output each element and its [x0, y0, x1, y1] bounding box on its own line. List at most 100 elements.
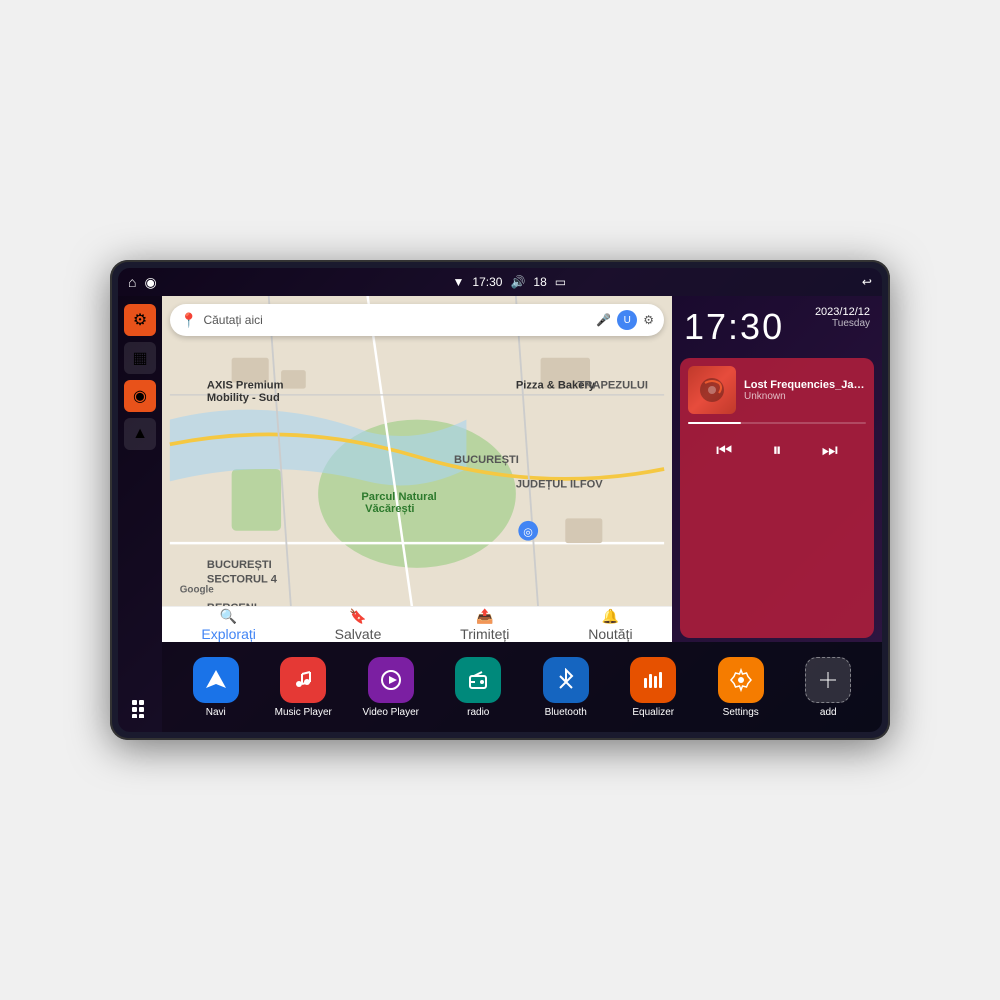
sidebar-nav-button[interactable]: ▲: [124, 418, 156, 450]
maps-status-icon[interactable]: ◉: [144, 274, 156, 291]
map-search-input[interactable]: Căutați aici: [203, 313, 590, 327]
bluetooth-icon: [554, 668, 578, 692]
add-icon: [805, 657, 851, 703]
sidebar-grid-button[interactable]: [124, 692, 156, 724]
map-nav-updates[interactable]: 🔔 Noutăți: [588, 608, 632, 642]
bluetooth-icon-wrapper: [543, 657, 589, 703]
app-grid-bar: Navi Mu: [162, 642, 882, 732]
album-art: [688, 366, 736, 414]
updates-icon: 🔔: [602, 608, 619, 625]
radio-label: radio: [467, 707, 489, 718]
music-details: Lost Frequencies_Janie... Unknown: [744, 379, 866, 402]
clock-time: 17:30: [684, 306, 784, 348]
screen: ⌂ ◉ ▼ 17:30 🔊 18 ▭ ↩ ⚙ ▦: [118, 268, 882, 732]
files-icon: ▦: [132, 348, 147, 368]
sidebar-maps-button[interactable]: ◉: [124, 380, 156, 412]
explore-label: Explorați: [201, 626, 255, 642]
map-pin-sidebar-icon: ◉: [133, 386, 147, 406]
svg-text:Parcul Natural: Parcul Natural: [361, 491, 436, 503]
music-title: Lost Frequencies_Janie...: [744, 379, 866, 391]
music-info: Lost Frequencies_Janie... Unknown: [680, 358, 874, 422]
back-icon[interactable]: ↩: [862, 275, 872, 289]
status-left: ⌂ ◉: [128, 274, 157, 291]
share-label: Trimiteți: [460, 626, 509, 642]
battery-icon: ▭: [555, 275, 566, 289]
status-time: 17:30: [472, 275, 502, 289]
app-item-navi[interactable]: Navi: [186, 657, 246, 718]
home-icon[interactable]: ⌂: [128, 274, 136, 290]
sidebar: ⚙ ▦ ◉ ▲: [118, 296, 162, 732]
navi-icon: [193, 657, 239, 703]
music-player-icon: [280, 657, 326, 703]
app-item-equalizer[interactable]: Equalizer: [623, 657, 683, 718]
music-artist: Unknown: [744, 391, 866, 402]
device: ⌂ ◉ ▼ 17:30 🔊 18 ▭ ↩ ⚙ ▦: [110, 260, 890, 740]
map-nav-explore[interactable]: 🔍 Explorați: [201, 608, 255, 642]
map-bottom-nav: 🔍 Explorați 🔖 Salvate 📤 Trimiteți: [162, 606, 672, 642]
right-panel: 17:30 2023/12/12 Tuesday: [672, 296, 882, 642]
svg-text:AXIS Premium: AXIS Premium: [207, 380, 284, 392]
add-label: add: [820, 707, 837, 718]
svg-text:SECTORUL 4: SECTORUL 4: [207, 574, 278, 586]
music-prev-button[interactable]: ⏮: [712, 436, 736, 465]
map-user-avatar[interactable]: U: [617, 310, 637, 330]
music-progress-bar[interactable]: [688, 422, 866, 424]
music-player-label: Music Player: [275, 707, 332, 718]
map-panel[interactable]: AXIS Premium Mobility - Sud Pizza & Bake…: [162, 296, 672, 642]
status-right: ↩: [862, 275, 872, 289]
top-panels: AXIS Premium Mobility - Sud Pizza & Bake…: [162, 296, 882, 642]
battery-level: 18: [533, 275, 546, 289]
next-icon: ⏭: [822, 440, 838, 460]
svg-text:TRAPEZULUI: TRAPEZULUI: [578, 380, 648, 392]
svg-text:JUDEȚUL ILFOV: JUDEȚUL ILFOV: [516, 479, 603, 491]
nav-icon: ▲: [132, 425, 148, 443]
music-pause-button[interactable]: ⏸: [768, 436, 785, 465]
explore-icon: 🔍: [220, 608, 237, 625]
map-svg: AXIS Premium Mobility - Sud Pizza & Bake…: [162, 296, 672, 642]
album-art-icon: [697, 375, 727, 405]
app-item-music-player[interactable]: Music Player: [273, 657, 333, 718]
equalizer-label: Equalizer: [632, 707, 674, 718]
equalizer-icon: [630, 657, 676, 703]
music-widget: Lost Frequencies_Janie... Unknown ⏮: [680, 358, 874, 638]
map-nav-saved[interactable]: 🔖 Salvate: [335, 608, 382, 642]
bluetooth-label: Bluetooth: [545, 707, 587, 718]
svg-text:BUCUREȘTI: BUCUREȘTI: [207, 559, 272, 571]
app-item-add[interactable]: add: [798, 657, 858, 718]
svg-text:◎: ◎: [523, 527, 533, 539]
sidebar-files-button[interactable]: ▦: [124, 342, 156, 374]
svg-text:Google: Google: [180, 585, 215, 596]
app-item-settings[interactable]: Settings: [711, 657, 771, 718]
saved-icon: 🔖: [349, 608, 366, 625]
clock-day: Tuesday: [815, 318, 870, 329]
svg-text:BUCUREȘTI: BUCUREȘTI: [454, 454, 519, 466]
map-search-pin-icon: 📍: [180, 312, 197, 329]
music-controls: ⏮ ⏸ ⏭: [680, 432, 874, 475]
settings-label: Settings: [723, 707, 759, 718]
svg-text:Văcărești: Văcărești: [365, 503, 414, 515]
sidebar-settings-button[interactable]: ⚙: [124, 304, 156, 336]
clock-widget: 17:30 2023/12/12 Tuesday: [672, 296, 882, 354]
app-item-radio[interactable]: radio: [448, 657, 508, 718]
video-player-icon: [368, 657, 414, 703]
map-nav-share[interactable]: 📤 Trimiteți: [460, 608, 509, 642]
map-mic-icon[interactable]: 🎤: [596, 313, 611, 327]
video-player-label: Video Player: [362, 707, 419, 718]
share-icon: 📤: [476, 608, 493, 625]
navi-label: Navi: [206, 707, 226, 718]
wifi-icon: ▼: [453, 275, 465, 289]
app-item-video-player[interactable]: Video Player: [361, 657, 421, 718]
pause-icon: ⏸: [772, 440, 781, 460]
map-search-bar[interactable]: 📍 Căutați aici 🎤 U ⚙: [170, 304, 664, 336]
settings-app-icon: [718, 657, 764, 703]
volume-icon: 🔊: [510, 275, 525, 289]
grid-icon: [130, 698, 150, 718]
radio-icon: [455, 657, 501, 703]
status-bar: ⌂ ◉ ▼ 17:30 🔊 18 ▭ ↩: [118, 268, 882, 296]
map-settings-icon[interactable]: ⚙: [643, 313, 654, 327]
music-next-button[interactable]: ⏭: [818, 436, 842, 465]
saved-label: Salvate: [335, 626, 382, 642]
app-item-bluetooth[interactable]: Bluetooth: [536, 657, 596, 718]
settings-icon: ⚙: [133, 310, 147, 330]
clock-date: 2023/12/12 Tuesday: [815, 306, 870, 329]
